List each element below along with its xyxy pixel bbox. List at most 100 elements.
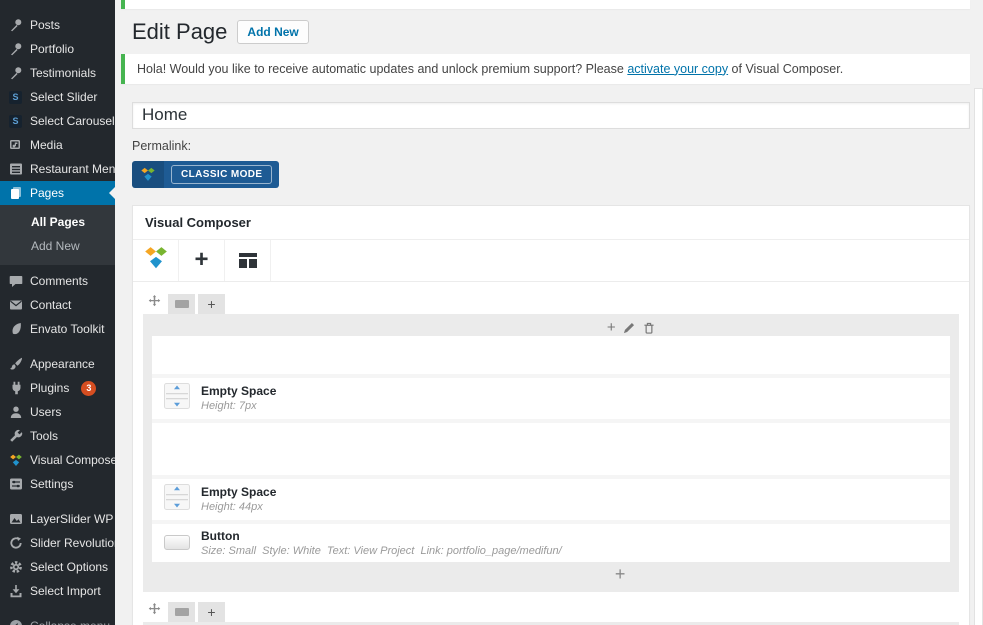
brush-icon bbox=[8, 357, 23, 372]
s-letter-icon: S bbox=[8, 90, 23, 105]
admin-sidebar: Posts Portfolio Testimonials S Select Sl… bbox=[0, 0, 115, 625]
sidebar-item-select-slider[interactable]: S Select Slider bbox=[0, 85, 115, 109]
visual-composer-logo-icon bbox=[8, 453, 23, 468]
visual-composer-metabox: Visual Composer + + bbox=[132, 205, 970, 625]
sidebar-item-label: Plugins bbox=[30, 381, 69, 395]
permalink-label: Permalink: bbox=[132, 139, 970, 153]
sidebar-item-label: Testimonials bbox=[30, 66, 96, 80]
sidebar-item-select-carousel[interactable]: S Select Carousel bbox=[0, 109, 115, 133]
sidebar-separator bbox=[0, 496, 115, 507]
sidebar-item-media[interactable]: Media bbox=[0, 133, 115, 157]
settings-icon bbox=[8, 477, 23, 492]
submenu-item-add-new[interactable]: Add New bbox=[0, 234, 115, 258]
row-layout-button[interactable] bbox=[168, 294, 195, 314]
import-icon bbox=[8, 584, 23, 599]
add-column-button[interactable]: + bbox=[198, 294, 225, 314]
page-header: Edit Page Add New bbox=[132, 18, 970, 47]
sidebar-item-visual-composer[interactable]: Visual Composer bbox=[0, 448, 115, 472]
sidebar-item-label: Appearance bbox=[30, 357, 95, 371]
sidebar-item-label: Portfolio bbox=[30, 42, 74, 56]
admin-content: Edit Page Add New Hola! Would you like t… bbox=[115, 0, 983, 625]
element-title: Empty Space bbox=[201, 485, 276, 499]
image-icon bbox=[8, 512, 23, 527]
sidebar-item-label: Slider Revolution bbox=[30, 536, 115, 550]
sidebar-item-label: Select Carousel bbox=[30, 114, 115, 128]
drag-row-handle[interactable] bbox=[143, 294, 165, 314]
sidebar-item-label: Visual Composer bbox=[30, 453, 115, 467]
sidebar-item-contact[interactable]: Contact bbox=[0, 293, 115, 317]
sidebar-item-layerslider[interactable]: LayerSlider WP bbox=[0, 507, 115, 531]
append-element-button[interactable]: + bbox=[615, 565, 626, 583]
visual-composer-logo-icon bbox=[143, 246, 169, 275]
sidebar-item-select-import[interactable]: Select Import bbox=[0, 579, 115, 603]
sidebar-item-testimonials[interactable]: Testimonials bbox=[0, 61, 115, 85]
vc-element-blank[interactable] bbox=[152, 423, 950, 475]
sidebar-item-label: LayerSlider WP bbox=[30, 512, 113, 526]
visual-composer-logo-icon bbox=[132, 161, 164, 188]
row-layout-icon bbox=[175, 300, 189, 308]
activation-notice: Hola! Would you like to receive automati… bbox=[121, 54, 970, 84]
sidebar-item-slider-revolution[interactable]: Slider Revolution bbox=[0, 531, 115, 555]
add-column-button[interactable]: + bbox=[198, 602, 225, 622]
row-container: + bbox=[143, 622, 959, 625]
empty-space-icon bbox=[164, 383, 190, 414]
row-layout-icon bbox=[175, 608, 189, 616]
element-meta: Height: 44px bbox=[201, 501, 276, 513]
delete-trash-icon[interactable] bbox=[643, 321, 655, 334]
vc-element-blank[interactable] bbox=[152, 336, 950, 374]
sidebar-item-label: Select Import bbox=[30, 584, 101, 598]
element-info: Empty Space Height: 7px bbox=[201, 384, 276, 412]
sidebar-item-plugins[interactable]: Plugins 3 bbox=[0, 376, 115, 400]
add-element-icon[interactable]: + bbox=[607, 320, 616, 335]
media-icon bbox=[8, 138, 23, 153]
sidebar-item-select-options[interactable]: Select Options bbox=[0, 555, 115, 579]
sidebar-item-pages[interactable]: Pages bbox=[0, 181, 115, 205]
post-title-input[interactable] bbox=[132, 102, 970, 129]
sidebar-item-users[interactable]: Users bbox=[0, 400, 115, 424]
vc-element-button[interactable]: Button Size: Small Style: White Text: Vi… bbox=[152, 524, 950, 562]
sidebar-item-settings[interactable]: Settings bbox=[0, 472, 115, 496]
vc-element-empty-space[interactable]: Empty Space Height: 44px bbox=[152, 479, 950, 520]
plus-icon: + bbox=[207, 605, 215, 619]
element-info: Button Size: Small Style: White Text: Vi… bbox=[201, 529, 562, 557]
add-new-button[interactable]: Add New bbox=[237, 20, 308, 44]
user-icon bbox=[8, 405, 23, 420]
pages-icon bbox=[8, 186, 23, 201]
edit-pencil-icon[interactable] bbox=[623, 321, 636, 334]
sidebar-separator bbox=[0, 603, 115, 614]
row-layout-button[interactable] bbox=[168, 602, 195, 622]
templates-button[interactable] bbox=[225, 240, 271, 281]
sidebar-item-label: Envato Toolkit bbox=[30, 322, 105, 336]
sidebar-item-label: Select Slider bbox=[30, 90, 97, 104]
sidebar-item-label: Collapse menu bbox=[30, 619, 110, 625]
page-title: Edit Page bbox=[132, 18, 227, 47]
pin-icon bbox=[8, 18, 23, 33]
sidebar-item-appearance[interactable]: Appearance bbox=[0, 352, 115, 376]
button-element-icon bbox=[164, 535, 190, 550]
classic-mode-button[interactable]: CLASSIC MODE bbox=[132, 161, 279, 188]
vc-element-empty-space[interactable]: Empty Space Height: 7px bbox=[152, 378, 950, 419]
sidebar-item-envato-toolkit[interactable]: Envato Toolkit bbox=[0, 317, 115, 341]
drag-row-handle[interactable] bbox=[143, 602, 165, 622]
submenu-item-all-pages[interactable]: All Pages bbox=[0, 210, 115, 234]
element-title: Empty Space bbox=[201, 384, 276, 398]
sidebar-item-portfolio[interactable]: Portfolio bbox=[0, 37, 115, 61]
vc-logo-button[interactable] bbox=[133, 240, 179, 281]
add-element-button[interactable]: + bbox=[179, 240, 225, 281]
vc-toolbar: + bbox=[133, 240, 969, 282]
sidebar-item-posts[interactable]: Posts bbox=[0, 13, 115, 37]
refresh-icon bbox=[8, 536, 23, 551]
sidebar-item-collapse-menu[interactable]: Collapse menu bbox=[0, 614, 115, 625]
sidebar-item-tools[interactable]: Tools bbox=[0, 424, 115, 448]
append-element-area: + bbox=[152, 562, 950, 584]
activate-copy-link[interactable]: activate your copy bbox=[627, 62, 728, 76]
plugins-update-badge: 3 bbox=[81, 381, 96, 396]
element-meta: Size: Small Style: White Text: View Proj… bbox=[201, 545, 562, 557]
s-letter-icon: S bbox=[8, 114, 23, 129]
element-title: Button bbox=[201, 529, 562, 543]
sidebar-item-comments[interactable]: Comments bbox=[0, 269, 115, 293]
wrench-icon bbox=[8, 429, 23, 444]
sidebar-item-restaurant-menu[interactable]: Restaurant Menu bbox=[0, 157, 115, 181]
metabox-title[interactable]: Visual Composer bbox=[133, 206, 969, 240]
notice-text: Hola! Would you like to receive automati… bbox=[137, 62, 627, 76]
